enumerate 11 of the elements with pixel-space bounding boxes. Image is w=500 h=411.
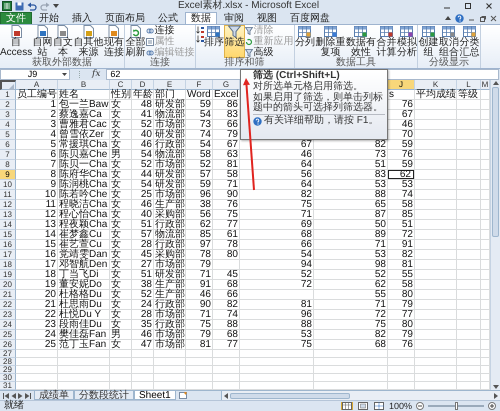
tooltip-help-text: 有关详细帮助，请按 F1。 xyxy=(264,116,378,126)
tooltip-title: 筛选 (Ctrl+Shift+L) xyxy=(253,71,341,81)
status-text: 就绪 xyxy=(4,401,24,411)
window-title: Excel素材.xlsx - Microsoft Excel xyxy=(178,0,320,12)
group-label: 获取外部数据 xyxy=(31,58,94,68)
tooltip-text: 对所选单元格启用筛选。 xyxy=(253,82,363,92)
group-label: 连接 xyxy=(148,58,171,68)
tooltip-text: 如果启用了筛选，则单击列标题中的箭头可选择列筛选器。 xyxy=(253,93,384,113)
group-label: 排序和筛 xyxy=(224,58,266,68)
group-label: 分级显示 xyxy=(428,58,470,68)
group-label: 数据工具 xyxy=(334,58,377,68)
